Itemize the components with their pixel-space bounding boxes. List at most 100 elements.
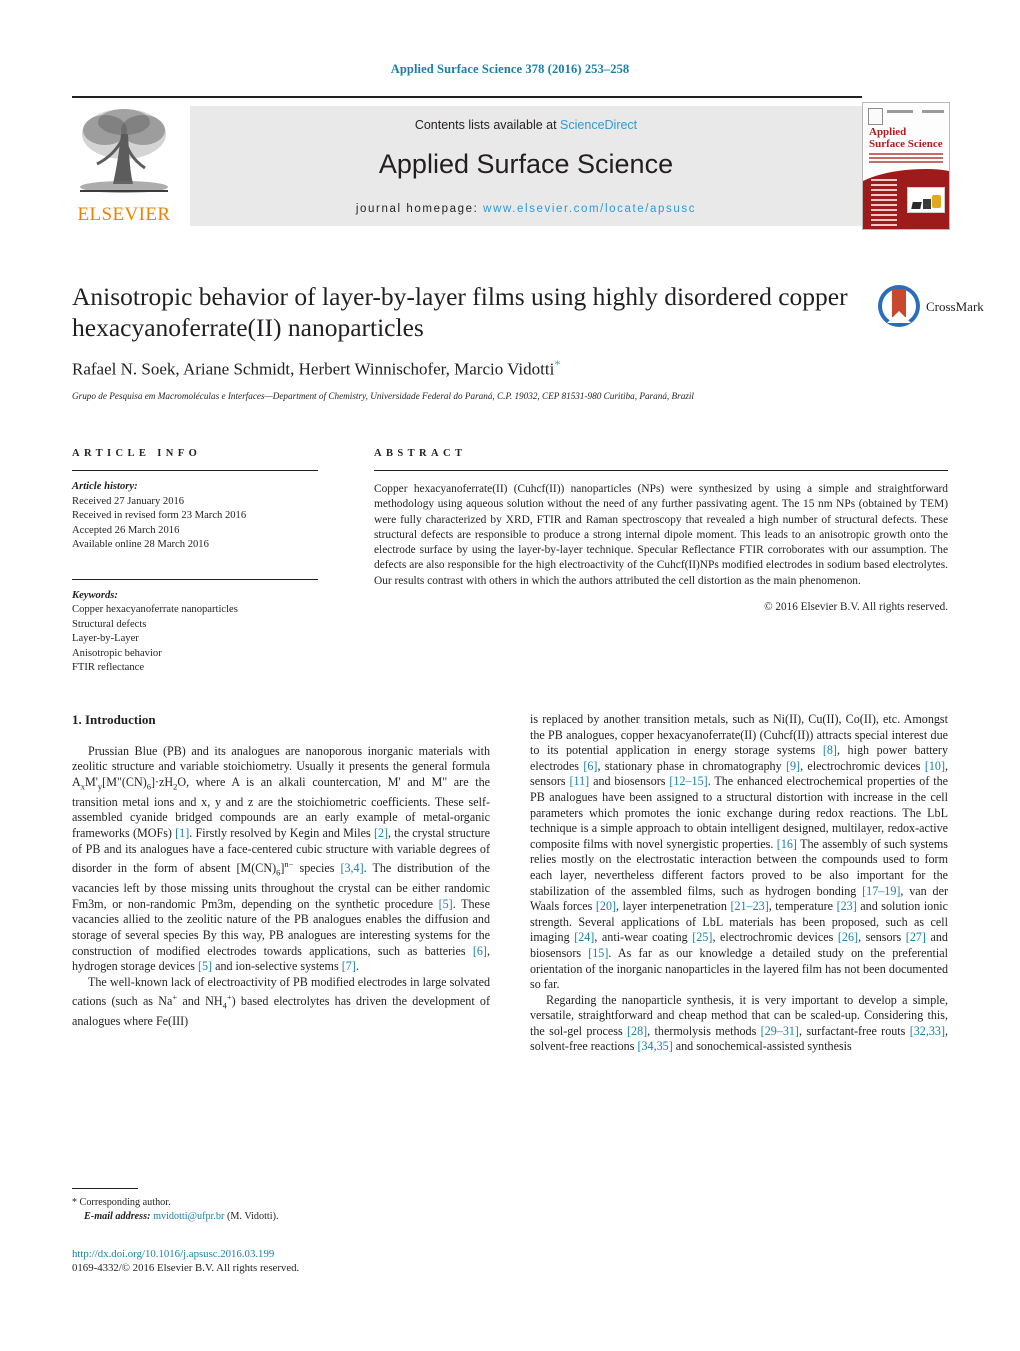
journal-cover-thumbnail: Applied Surface Science (862, 102, 950, 230)
issn-copyright-line: 0169-4332/© 2016 Elsevier B.V. All right… (72, 1262, 300, 1274)
citation-link[interactable]: [5] (439, 897, 453, 911)
cover-journal-title: Applied Surface Science (869, 126, 945, 150)
citation-link[interactable]: [7] (342, 959, 356, 973)
abstract-heading: ABSTRACT (374, 448, 467, 459)
paragraph-left-2: The well-known lack of electroactivity o… (72, 974, 490, 1029)
article-header: Anisotropic behavior of layer-by-layer f… (72, 281, 984, 402)
footer-doi-block: http://dx.doi.org/10.1016/j.apsusc.2016.… (72, 1247, 490, 1275)
authors-names: Rafael N. Soek, Ariane Schmidt, Herbert … (72, 359, 555, 379)
footnote-rule (72, 1188, 138, 1189)
footnote-email-line: E-mail address: mvidotti@ufpr.br (M. Vid… (72, 1210, 490, 1224)
t: , stationary phase in chromatography (597, 758, 786, 773)
cover-elsevier-mark-icon (868, 108, 883, 125)
contents-lists-line: Contents lists available at ScienceDirec… (190, 118, 862, 132)
corresponding-author-marker: * (554, 357, 561, 371)
citation-link[interactable]: [12–15] (669, 774, 707, 788)
t: species (293, 861, 341, 876)
citation-link[interactable]: [28] (627, 1024, 647, 1038)
abstract-copyright: © 2016 Elsevier B.V. All rights reserved… (764, 601, 948, 614)
cover-toc-lines (871, 179, 897, 229)
paragraph-right-1: is replaced by another transition metals… (530, 712, 948, 993)
citation-link[interactable]: [23] (837, 899, 857, 913)
cover-header-text-bar (887, 110, 913, 113)
running-head: Applied Surface Science 378 (2016) 253–2… (390, 62, 630, 76)
citation-link[interactable]: [5] (198, 959, 212, 973)
citation-link[interactable]: [26] (838, 930, 858, 944)
keyword-item: Anisotropic behavior (72, 647, 162, 659)
email-owner: (M. Vidotti). (224, 1210, 279, 1222)
citation-link[interactable]: [25] (692, 930, 712, 944)
keywords-rule (72, 578, 318, 580)
cover-header-text-bar-right (922, 110, 944, 113)
article-info-column: ARTICLE INFO Article history: Received 2… (72, 448, 318, 676)
citation-link[interactable]: [9] (786, 759, 800, 773)
abstract-rule (374, 470, 948, 471)
citation-link[interactable]: [21–23] (730, 899, 768, 913)
t: , anti-wear coating (594, 930, 693, 945)
t: , electrochromic devices (800, 758, 925, 773)
citation-link[interactable]: [17–19] (862, 884, 900, 898)
t: , sensors (858, 930, 906, 945)
t: , thermolysis methods (647, 1023, 761, 1038)
keyword-item: Copper hexacyanoferrate nanoparticles (72, 604, 238, 615)
citation-link[interactable]: [15] (588, 946, 608, 960)
keywords-block: Keywords: Copper hexacyanoferrate nanopa… (72, 578, 318, 676)
citation-link[interactable]: [29–31] (761, 1024, 799, 1038)
citation-link[interactable]: [2] (374, 826, 388, 840)
email-link[interactable]: mvidotti@ufpr.br (153, 1211, 224, 1222)
keywords-title: Keywords: (72, 589, 118, 601)
t: , layer interpenetration (616, 899, 731, 914)
cover-title-line1: Applied (869, 126, 907, 138)
article-history-item: Received in revised form 23 March 2016 (72, 510, 247, 521)
citation-link[interactable]: [34,35] (637, 1039, 672, 1053)
article-history-item: Received 27 January 2016 (72, 495, 185, 507)
article-history-title: Article history: (72, 481, 138, 492)
email-address-label: E-mail address: (84, 1210, 151, 1222)
citation-link[interactable]: [6] (583, 759, 597, 773)
citation-link[interactable]: [32,33] (910, 1024, 945, 1038)
corresponding-author-footnote: * Corresponding author. E-mail address: … (72, 1188, 490, 1223)
elsevier-wordmark: ELSEVIER (77, 204, 171, 225)
footnote-corresponding-text: Corresponding author. (77, 1197, 171, 1208)
crossmark-badge[interactable]: CrossMark (878, 285, 986, 327)
t: M' (84, 774, 98, 789)
citation-link[interactable]: [11] (570, 774, 590, 788)
cover-subtitle-lines (869, 153, 943, 165)
citation-link[interactable]: [24] (574, 930, 594, 944)
abstract-text: Copper hexacyanoferrate(II) (Cuhcf(II)) … (374, 483, 948, 587)
sciencedirect-link[interactable]: ScienceDirect (560, 118, 637, 132)
contents-lists-prefix: Contents lists available at (414, 118, 561, 132)
article-info-rule (72, 470, 318, 471)
citation-link[interactable]: [6] (473, 944, 487, 958)
homepage-prefix: journal homepage: (355, 203, 484, 215)
t: and sonochemical-assisted synthesis (672, 1039, 852, 1054)
journal-banner: Contents lists available at ScienceDirec… (190, 106, 862, 226)
t: [M"(CN) (102, 774, 147, 789)
t: . Firstly resolved by Kegin and Miles (189, 825, 374, 840)
article-info-heading: ARTICLE INFO (72, 448, 202, 459)
citation-link[interactable]: [27] (906, 930, 926, 944)
t: , electrochromic devices (712, 930, 838, 945)
t: . (355, 959, 359, 974)
homepage-url-link[interactable]: www.elsevier.com/locate/apsusc (483, 203, 696, 215)
elsevier-logo: ELSEVIER (72, 104, 176, 228)
t: and ion-selective systems (212, 959, 342, 974)
paragraph-left-1: Prussian Blue (PB) and its analogues are… (72, 743, 491, 974)
citation-link[interactable]: [8] (823, 743, 837, 757)
masthead-divider (72, 96, 862, 98)
elsevier-tree-icon (75, 104, 173, 198)
t: , temperature (768, 899, 837, 914)
journal-article-page: Applied Surface Science 378 (2016) 253–2… (0, 0, 1020, 1351)
citation-link[interactable]: [20] (596, 899, 616, 913)
author-list: Rafael N. Soek, Ariane Schmidt, Herbert … (72, 357, 862, 380)
doi-link[interactable]: http://dx.doi.org/10.1016/j.apsusc.2016.… (72, 1247, 490, 1261)
crossmark-label: CrossMark (926, 299, 984, 314)
citation-link[interactable]: [16] (777, 837, 797, 851)
article-history-item: Available online 28 March 2016 (72, 539, 209, 550)
citation-link[interactable]: [10] (925, 759, 945, 773)
crossmark-icon (878, 285, 920, 327)
citation-link[interactable]: [1] (175, 826, 189, 840)
cover-title-line2: Surface Science (869, 137, 943, 150)
citation-link[interactable]: [3,4] (340, 861, 363, 875)
keyword-item: Structural defects (72, 618, 147, 630)
